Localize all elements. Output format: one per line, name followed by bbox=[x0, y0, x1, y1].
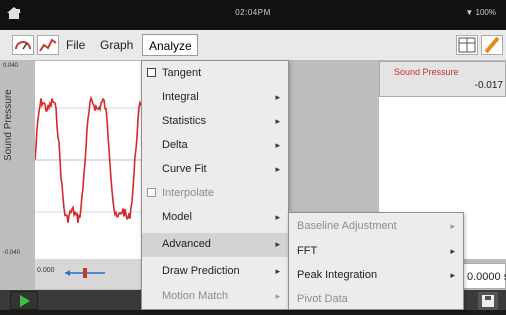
time-readout: 0.0000 s bbox=[462, 263, 506, 289]
clock: 02:04PM bbox=[235, 8, 271, 17]
chevron-right-icon: ▸ bbox=[275, 92, 280, 102]
checkbox-icon bbox=[147, 188, 156, 197]
meter-panel[interactable]: Sound Pressure -0.017 bbox=[379, 61, 506, 97]
chevron-right-icon: ▸ bbox=[275, 266, 280, 276]
menu-item-motion-match: Motion Match ▸ bbox=[162, 290, 280, 302]
chevron-right-icon: ▸ bbox=[450, 246, 455, 256]
pencil-icon[interactable] bbox=[481, 35, 503, 55]
status-bar: 02:04PM ▼ 100% bbox=[0, 0, 506, 30]
menu-item-delta[interactable]: Delta ▸ bbox=[142, 134, 288, 158]
submenu-item-baseline-adjustment: Baseline Adjustment ▸ bbox=[297, 220, 455, 232]
save-icon bbox=[482, 295, 494, 307]
chevron-right-icon: ▸ bbox=[275, 291, 280, 301]
menu-item-integral[interactable]: Integral ▸ bbox=[142, 86, 288, 110]
menu-item-draw-prediction[interactable]: Draw Prediction ▸ bbox=[142, 260, 288, 284]
menu-analyze[interactable]: Analyze bbox=[142, 34, 198, 56]
submenu-item-fft[interactable]: FFT ▸ bbox=[289, 239, 463, 264]
battery-status: ▼ 100% bbox=[465, 8, 496, 17]
y-axis: 0.040 Sound Pressure -0.040 bbox=[0, 61, 35, 259]
meter-value: -0.017 bbox=[474, 80, 503, 91]
checkbox-icon bbox=[147, 68, 156, 77]
submenu-item-peak-integration[interactable]: Peak Integration ▸ bbox=[289, 263, 463, 288]
menu-item-interpolate: Interpolate bbox=[142, 182, 288, 206]
menu-item-curve-fit[interactable]: Curve Fit ▸ bbox=[142, 158, 288, 182]
graph-icon[interactable] bbox=[37, 35, 59, 55]
advanced-submenu: Baseline Adjustment ▸ FFT ▸ Peak Integra… bbox=[288, 212, 464, 310]
x-axis-start: 0.000 bbox=[37, 267, 55, 274]
y-axis-label: Sound Pressure bbox=[3, 89, 14, 161]
save-button[interactable] bbox=[478, 292, 498, 310]
play-icon bbox=[20, 295, 30, 307]
menu-item-model[interactable]: Model ▸ bbox=[142, 206, 288, 230]
menu-item-statistics[interactable]: Statistics ▸ bbox=[142, 110, 288, 134]
menu-item-advanced[interactable]: Advanced ▸ bbox=[142, 233, 288, 257]
wifi-icon: ▼ bbox=[465, 8, 474, 17]
scroll-handle-icon[interactable] bbox=[63, 265, 107, 281]
chevron-right-icon: ▸ bbox=[275, 164, 280, 174]
chevron-right-icon: ▸ bbox=[275, 239, 280, 249]
play-button[interactable] bbox=[10, 291, 38, 310]
chevron-right-icon: ▸ bbox=[275, 140, 280, 150]
submenu-item-pivot-data: Pivot Data bbox=[297, 293, 348, 305]
menu-item-tangent[interactable]: Tangent bbox=[142, 62, 288, 86]
y-axis-min: -0.040 bbox=[3, 250, 21, 256]
meter-title: Sound Pressure bbox=[394, 67, 459, 77]
y-axis-max: 0.040 bbox=[3, 63, 19, 69]
meter-icon[interactable] bbox=[12, 35, 34, 55]
analyze-menu: Tangent Integral ▸ Statistics ▸ Delta ▸ … bbox=[141, 60, 289, 310]
chevron-right-icon: ▸ bbox=[275, 116, 280, 126]
chevron-right-icon: ▸ bbox=[450, 221, 455, 231]
chevron-right-icon: ▸ bbox=[450, 270, 455, 280]
menubar: File Graph Analyze bbox=[0, 30, 506, 61]
menu-graph[interactable]: Graph bbox=[100, 38, 133, 52]
chevron-right-icon: ▸ bbox=[275, 212, 280, 222]
table-icon[interactable] bbox=[456, 35, 478, 55]
menu-file[interactable]: File bbox=[66, 38, 85, 52]
